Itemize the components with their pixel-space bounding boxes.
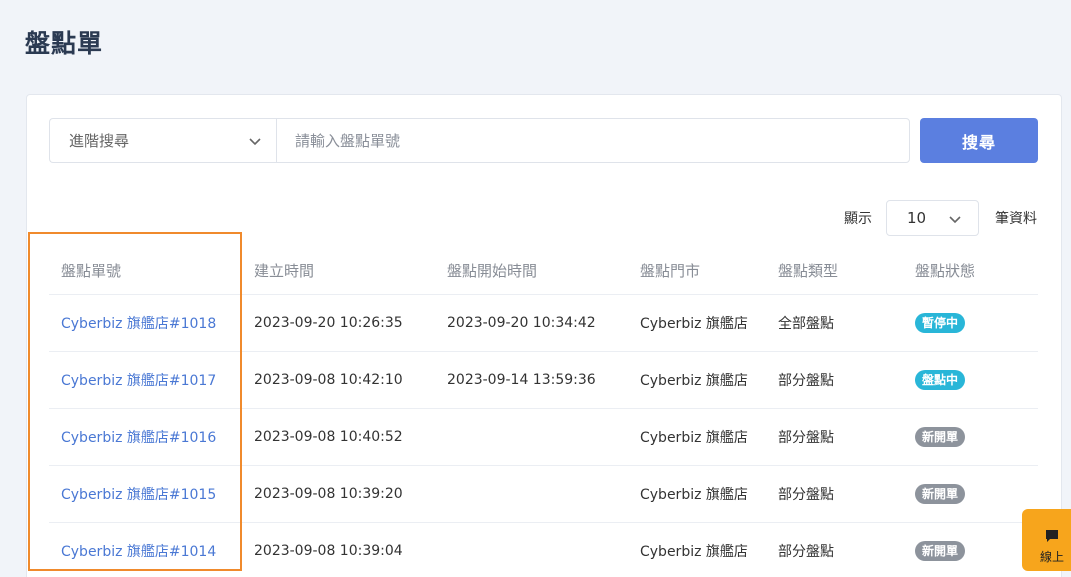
row-type: 全部盤點 — [778, 316, 834, 332]
row-created: 2023-09-08 10:42:10 — [254, 372, 403, 388]
table-row: Cyberbiz 旗艦店#1015 2023-09-08 10:39:20 Cybe… — [49, 466, 1038, 523]
row-id-link[interactable]: Cyberbiz 旗艦店#1017 — [61, 352, 216, 408]
table-row: Cyberbiz 旗艦店#1014 2023-09-08 10:39:04 Cybe… — [49, 523, 1038, 577]
row-status: 新開單 — [915, 409, 966, 465]
row-started: 2023-09-20 10:34:42 — [447, 315, 596, 331]
row-id-link[interactable]: Cyberbiz 旗艦店#1015 — [61, 466, 216, 522]
header-type[interactable]: 盤點類型 — [778, 247, 838, 294]
page-title: 盤點單 — [25, 29, 104, 58]
table-row: Cyberbiz 旗艦店#1017 2023-09-08 10:42:10 2023… — [49, 352, 1038, 409]
header-created[interactable]: 建立時間 — [254, 247, 314, 294]
page-size-value: 10 — [907, 209, 927, 227]
header-started[interactable]: 盤點開始時間 — [447, 247, 537, 294]
advanced-search-select[interactable]: 進階搜尋 — [49, 118, 276, 163]
page-size-select[interactable]: 10 — [886, 200, 979, 236]
row-created: 2023-09-08 10:39:20 — [254, 486, 403, 502]
row-status: 盤點中 — [915, 352, 966, 408]
header-status[interactable]: 盤點狀態 — [915, 247, 975, 294]
chat-widget[interactable]: 線上 — [1022, 509, 1071, 571]
row-status: 暫停中 — [915, 295, 966, 351]
status-badge: 新開單 — [915, 541, 966, 561]
row-id-link[interactable]: Cyberbiz 旗艦店#1014 — [61, 523, 216, 577]
row-store: Cyberbiz 旗艦店 — [640, 430, 748, 446]
page-size-prefix: 顯示 — [844, 211, 872, 227]
chevron-down-icon — [949, 216, 961, 224]
status-badge: 新開單 — [915, 484, 966, 504]
chat-icon — [1046, 530, 1058, 542]
row-type: 部分盤點 — [778, 430, 834, 446]
table-header: 盤點單號 建立時間 盤點開始時間 盤點門市 盤點類型 盤點狀態 — [49, 247, 1038, 295]
row-type: 部分盤點 — [778, 544, 834, 560]
row-store: Cyberbiz 旗艦店 — [640, 373, 748, 389]
stocktake-table: 盤點單號 建立時間 盤點開始時間 盤點門市 盤點類型 盤點狀態 Cyberbiz… — [49, 247, 1038, 577]
row-store: Cyberbiz 旗艦店 — [640, 544, 748, 560]
header-id[interactable]: 盤點單號 — [61, 247, 121, 294]
row-status: 新開單 — [915, 466, 966, 522]
chat-label: 線上 — [1039, 550, 1064, 564]
row-id-link[interactable]: Cyberbiz 旗艦店#1018 — [61, 295, 216, 351]
header-store[interactable]: 盤點門市 — [640, 247, 700, 294]
row-created: 2023-09-20 10:26:35 — [254, 315, 403, 331]
table-row: Cyberbiz 旗艦店#1018 2023-09-20 10:26:35 2023… — [49, 295, 1038, 352]
status-badge: 盤點中 — [915, 370, 966, 390]
search-input[interactable] — [276, 118, 910, 163]
row-store: Cyberbiz 旗艦店 — [640, 487, 748, 503]
row-created: 2023-09-08 10:40:52 — [254, 429, 403, 445]
row-status: 新開單 — [915, 523, 966, 577]
row-created: 2023-09-08 10:39:04 — [254, 543, 403, 559]
row-type: 部分盤點 — [778, 373, 834, 389]
stocktake-card: 進階搜尋 搜尋 顯示 10 筆資料 盤點單號 建立時間 盤點開始時間 盤點門市 … — [26, 94, 1062, 577]
status-badge: 新開單 — [915, 427, 966, 447]
status-badge: 暫停中 — [915, 313, 966, 333]
advanced-search-label: 進階搜尋 — [69, 132, 130, 150]
chevron-down-icon — [249, 138, 261, 146]
page-size-suffix: 筆資料 — [995, 211, 1037, 227]
page-size-control: 顯示 10 筆資料 — [844, 200, 1037, 236]
row-type: 部分盤點 — [778, 487, 834, 503]
row-started: 2023-09-14 13:59:36 — [447, 372, 596, 388]
row-store: Cyberbiz 旗艦店 — [640, 316, 748, 332]
table-row: Cyberbiz 旗艦店#1016 2023-09-08 10:40:52 Cybe… — [49, 409, 1038, 466]
row-id-link[interactable]: Cyberbiz 旗艦店#1016 — [61, 409, 216, 465]
search-button[interactable]: 搜尋 — [920, 118, 1038, 163]
